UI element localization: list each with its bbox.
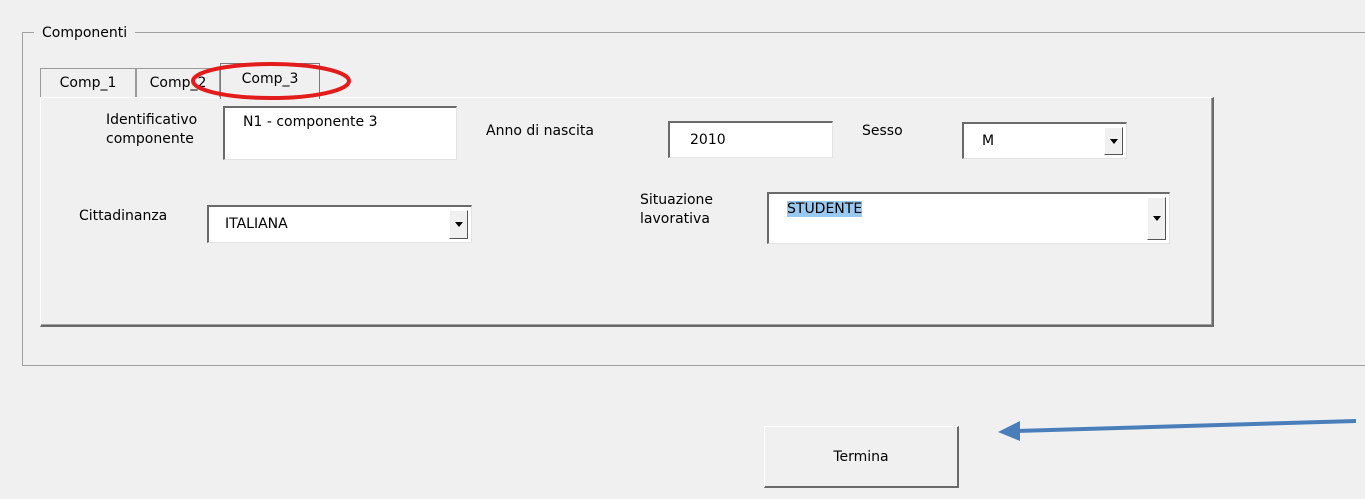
tab-label: Comp_3 (241, 71, 299, 87)
identificativo-value: N1 - componente 3 (243, 114, 378, 130)
sesso-select[interactable]: M (962, 122, 1127, 159)
anno-value: 2010 (690, 132, 726, 148)
anno-input[interactable]: 2010 (668, 121, 833, 158)
sesso-label: Sesso (862, 123, 903, 139)
chevron-down-icon (1152, 216, 1161, 221)
arrow-annotation (1014, 419, 1357, 433)
tab-label: Comp_1 (59, 75, 117, 91)
situazione-label-line1: Situazione (640, 192, 714, 208)
componenti-groupbox-title: Componenti (34, 24, 136, 42)
tab-comp-3[interactable]: Comp_3 (220, 63, 320, 99)
chevron-down-icon (454, 222, 463, 227)
situazione-label-line2: lavorativa (640, 211, 710, 227)
termina-button[interactable]: Termina (764, 426, 959, 488)
cittadinanza-select[interactable]: ITALIANA (207, 205, 472, 243)
situazione-dropdown-button[interactable] (1147, 197, 1166, 240)
tab-comp-1[interactable]: Comp_1 (40, 68, 136, 98)
sesso-value: M (982, 133, 995, 149)
chevron-down-icon (1109, 138, 1118, 144)
arrow-head-annotation (998, 421, 1020, 441)
situazione-value: STUDENTE (787, 201, 863, 217)
identificativo-label: Identificativo componente (106, 111, 197, 149)
termina-label: Termina (833, 448, 889, 465)
anno-label: Anno di nascita (486, 123, 594, 139)
sesso-dropdown-button[interactable] (1104, 127, 1123, 155)
identificativo-label-line1: Identificativo (106, 112, 198, 128)
identificativo-label-line2: componente (106, 131, 194, 147)
tab-comp-2[interactable]: Comp_2 (136, 68, 220, 98)
cittadinanza-value: ITALIANA (225, 216, 288, 232)
identificativo-input[interactable]: N1 - componente 3 (223, 106, 457, 160)
tab-label: Comp_2 (149, 75, 207, 91)
cittadinanza-dropdown-button[interactable] (449, 210, 468, 239)
situazione-select[interactable]: STUDENTE (767, 192, 1170, 244)
cittadinanza-label: Cittadinanza (79, 208, 168, 224)
situazione-label: Situazione lavorativa (640, 191, 713, 229)
